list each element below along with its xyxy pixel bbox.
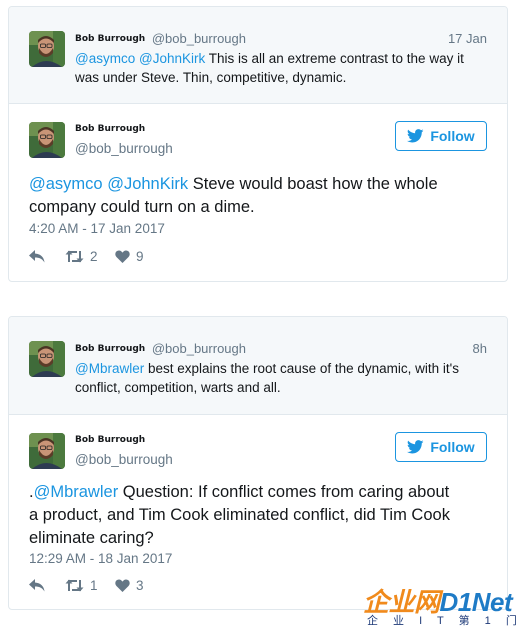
parent-tweet-header: Bob Burrough @bob_burrough: [75, 31, 246, 46]
author-name[interactable]: Bob Burrough: [75, 344, 145, 354]
follow-button[interactable]: Follow: [395, 432, 487, 462]
twitter-bird-icon: [407, 440, 424, 454]
tweet-card: Bob Burrough @bob_burrough 8h @Mbrawler …: [8, 316, 508, 610]
author-name[interactable]: Bob Burrough: [75, 435, 145, 445]
tweet-actions: 1 3: [29, 578, 155, 593]
mention-link[interactable]: @Mbrawler: [75, 361, 144, 376]
tweet-date[interactable]: 17 Jan: [448, 31, 487, 46]
retweet-count: 1: [90, 578, 98, 593]
like-count: 3: [136, 578, 144, 593]
author-handle[interactable]: @bob_burrough: [75, 141, 173, 156]
like-button[interactable]: 9: [115, 249, 155, 264]
reply-button[interactable]: [29, 579, 65, 592]
retweet-icon: [65, 579, 84, 592]
parent-tweet[interactable]: Bob Burrough @bob_burrough 17 Jan @asymc…: [9, 7, 507, 104]
parent-tweet-text: @Mbrawler best explains the root cause o…: [75, 359, 491, 397]
retweet-button[interactable]: 1: [65, 578, 115, 593]
tweet-timestamp[interactable]: 12:29 AM - 18 Jan 2017: [29, 551, 172, 566]
mention-link[interactable]: @JohnKirk: [107, 175, 188, 193]
reply-button[interactable]: [29, 250, 65, 263]
heart-icon: [115, 579, 130, 592]
twitter-bird-icon: [407, 129, 424, 143]
author-handle[interactable]: @bob_burrough: [152, 31, 246, 46]
mention-link[interactable]: @asymco: [75, 51, 135, 66]
tweet-date[interactable]: 8h: [473, 341, 487, 356]
avatar[interactable]: [29, 31, 65, 67]
retweet-icon: [65, 250, 84, 263]
tweet-text: .@Mbrawler Question: If conflict comes f…: [29, 481, 459, 550]
parent-tweet-text: @asymco @JohnKirk This is all an extreme…: [75, 49, 491, 87]
avatar[interactable]: [29, 433, 65, 469]
reply-icon: [29, 250, 45, 263]
avatar[interactable]: [29, 341, 65, 377]
tweet-timestamp[interactable]: 4:20 AM - 17 Jan 2017: [29, 221, 165, 236]
follow-label: Follow: [430, 128, 475, 144]
parent-tweet[interactable]: Bob Burrough @bob_burrough 8h @Mbrawler …: [9, 317, 507, 415]
author-name[interactable]: Bob Burrough: [75, 124, 145, 134]
follow-label: Follow: [430, 439, 475, 455]
tweet-card: Bob Burrough @bob_burrough 17 Jan @asymc…: [8, 6, 508, 282]
watermark-logo: 企业网D1Net 企 业 I T 第 1 门 户: [363, 582, 526, 627]
avatar[interactable]: [29, 122, 65, 158]
reply-icon: [29, 579, 45, 592]
mention-link[interactable]: @JohnKirk: [139, 51, 205, 66]
like-button[interactable]: 3: [115, 578, 155, 593]
author-handle[interactable]: @bob_burrough: [75, 452, 173, 467]
heart-icon: [115, 250, 130, 263]
retweet-count: 2: [90, 249, 98, 264]
tweet-actions: 2 9: [29, 249, 155, 264]
tweet-text: @asymco @JohnKirk Steve would boast how …: [29, 173, 459, 219]
retweet-button[interactable]: 2: [65, 249, 115, 264]
parent-tweet-header: Bob Burrough @bob_burrough: [75, 341, 246, 356]
follow-button[interactable]: Follow: [395, 121, 487, 151]
like-count: 9: [136, 249, 144, 264]
mention-link[interactable]: @Mbrawler: [34, 483, 119, 501]
author-handle[interactable]: @bob_burrough: [152, 341, 246, 356]
author-name[interactable]: Bob Burrough: [75, 34, 145, 44]
mention-link[interactable]: @asymco: [29, 175, 103, 193]
